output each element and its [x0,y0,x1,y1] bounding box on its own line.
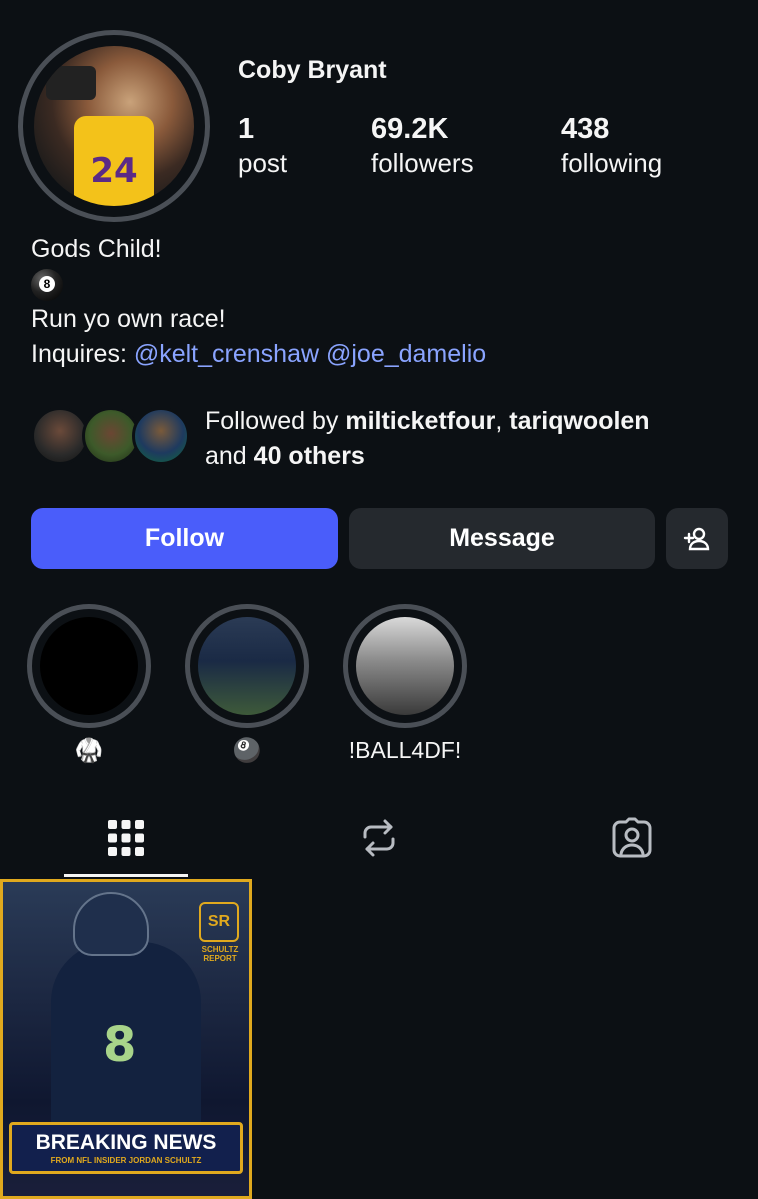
following-label: following [561,148,663,178]
add-user-button[interactable] [666,508,728,569]
stat-posts[interactable]: 1 post [238,112,287,180]
bio-line-1: Gods Child! [31,235,162,263]
follower-avatar-3[interactable] [132,407,190,465]
followers-label: followers [371,148,474,178]
active-tab-indicator [64,874,188,877]
followed-by-and: and [205,442,254,470]
post-banner-title: BREAKING NEWS [35,1130,217,1154]
post-helmet [73,892,149,956]
following-count: 438 [561,113,610,145]
avatar-image: 24 [34,46,194,206]
followed-by-prefix: Followed by [205,407,346,435]
profile-bio: Gods Child! Run yo own race! Inquires: @… [31,232,486,372]
bio-line-3: Run yo own race! [31,305,226,333]
highlight-3-cover [356,617,454,715]
tagged-person-icon [612,817,652,858]
stat-following[interactable]: 438 following [561,112,662,180]
tab-grid[interactable] [64,808,188,868]
repost-icon [363,819,395,857]
followers-count: 69.2K [371,113,449,145]
highlight-1-cover [40,617,138,715]
camera-shape [46,66,96,100]
profile-username: Coby Bryant [238,56,387,84]
grid-icon [108,820,144,856]
bio-line-2 [31,267,486,302]
highlight-3-label: !BALL4DF! [348,736,462,763]
add-person-icon [683,527,710,550]
post-banner: BREAKING NEWS FROM NFL INSIDER JORDAN SC… [9,1122,243,1174]
tab-reposts[interactable] [317,808,441,868]
follower-avatar-1[interactable] [31,407,89,465]
post-banner-subtitle: FROM NFL INSIDER JORDAN SCHULTZ [50,1155,202,1165]
followed-by-text[interactable]: Followed by milticketfour, tariqwoolen a… [205,404,725,474]
highlight-2[interactable] [185,604,309,728]
post-thumbnail[interactable]: 8 SR SCHULTZ REPORT BREAKING NEWS FROM N… [0,879,252,1199]
followed-by-user-2[interactable]: tariqwoolen [509,407,649,435]
message-button[interactable]: Message [349,508,655,569]
highlight-1-label: 🥋 [74,736,104,763]
posts-count: 1 [238,113,255,145]
stat-followers[interactable]: 69.2K followers [371,112,474,180]
followed-by-others[interactable]: 40 others [254,442,365,470]
bio-inquires-line: Inquires: @kelt_crenshaw @joe_damelio [31,337,486,372]
follow-button[interactable]: Follow [31,508,338,569]
avatar-jersey-number: 24 [74,116,154,206]
post-player-number: 8 [103,1017,137,1073]
profile-avatar[interactable]: 24 [18,30,210,222]
8-ball-icon [31,268,63,301]
highlight-1[interactable] [27,604,151,728]
highlight-2-cover [198,617,296,715]
mention-link-1[interactable]: @kelt_crenshaw [134,337,319,372]
mention-link-2[interactable]: @joe_damelio [326,337,486,372]
posts-label: post [238,148,288,178]
post-logo: SR [199,902,239,942]
highlight-3[interactable] [343,604,467,728]
inquires-label: Inquires: [31,340,127,368]
post-logo-caption: SCHULTZ REPORT [201,945,239,963]
highlight-2-label: 🎱 [232,736,262,763]
followed-by-separator: , [495,407,510,435]
followed-by-user-1[interactable]: milticketfour [345,407,495,435]
tab-tagged[interactable] [570,808,694,868]
